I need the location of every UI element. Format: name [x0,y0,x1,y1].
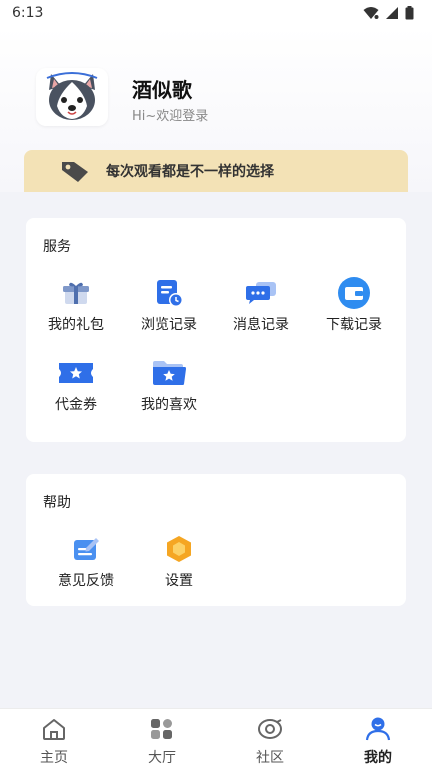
favorite-folder-icon [149,356,189,390]
gift-icon [56,276,96,310]
status-bar: 6:13 [0,0,432,26]
services-card: 服务 我的礼包 浏览记录 消息记录 下载记录 代金券 我的喜欢 [26,218,406,442]
avatar[interactable] [36,68,108,126]
help-title: 帮助 [43,495,71,511]
history-icon [149,276,189,310]
message-icon [241,276,281,310]
username[interactable]: 酒似歌 [132,74,192,103]
service-history[interactable]: 浏览记录 [124,276,214,334]
service-coupon[interactable]: 代金券 [31,356,121,414]
tab-label: 大厅 [148,750,176,766]
promo-text: 每次观看都是不一样的选择 [106,164,274,180]
tab-label: 社区 [256,750,284,766]
battery-icon [405,6,414,20]
promo-banner[interactable]: 每次观看都是不一样的选择 [24,150,408,192]
login-hint[interactable]: Hi~欢迎登录 [132,105,208,124]
help-settings[interactable]: 设置 [134,532,224,590]
tab-profile[interactable]: 我的 [324,709,432,768]
tab-label: 我的 [364,750,392,766]
services-title: 服务 [43,239,71,255]
service-gift[interactable]: 我的礼包 [31,276,121,334]
service-messages[interactable]: 消息记录 [216,276,306,334]
service-label: 我的喜欢 [141,397,197,413]
tag-icon [60,155,92,187]
profile-icon [364,715,392,743]
signal-icon [386,7,398,19]
status-icons [363,6,414,20]
tab-home[interactable]: 主页 [0,709,108,768]
status-time: 6:13 [12,5,44,21]
service-favorites[interactable]: 我的喜欢 [124,356,214,414]
service-downloads[interactable]: 下载记录 [309,276,399,334]
tab-hall[interactable]: 大厅 [108,709,216,768]
service-label: 下载记录 [326,317,382,333]
help-feedback[interactable]: 意见反馈 [41,532,131,590]
wallet-icon [334,276,374,310]
service-label: 我的礼包 [48,317,104,333]
hall-icon [148,715,176,743]
help-label: 意见反馈 [58,573,114,589]
community-icon [256,715,284,743]
coupon-icon [56,356,96,390]
help-label: 设置 [165,573,193,589]
help-card: 帮助 意见反馈 设置 [26,474,406,606]
service-label: 消息记录 [233,317,289,333]
service-label: 代金券 [55,397,97,413]
home-icon [40,715,68,743]
bottom-tab-bar: 主页 大厅 社区 我的 [0,708,432,768]
service-label: 浏览记录 [141,317,197,333]
feedback-icon [66,532,106,566]
husky-avatar-icon [46,72,98,120]
settings-icon [159,532,199,566]
tab-label: 主页 [40,750,68,766]
tab-community[interactable]: 社区 [216,709,324,768]
wifi-icon [363,7,379,19]
